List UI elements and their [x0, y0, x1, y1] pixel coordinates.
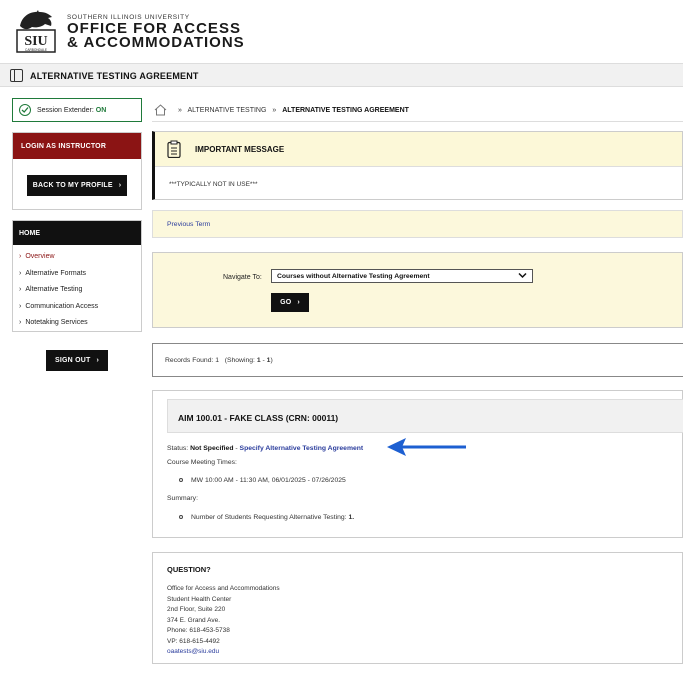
- sidebar-item-alternative-formats[interactable]: › Alternative Formats: [19, 270, 141, 287]
- chevron-down-icon: [518, 272, 527, 281]
- sidebar-nav: HOME › Overview › Alternative Formats › Alt…: [12, 220, 142, 332]
- site-header: SIU CARBONDALE SOUTHERN ILLINOIS UNIVERS…: [0, 0, 683, 62]
- course-status-label: Status:: [167, 445, 189, 452]
- session-extender[interactable]: Session Extender: ON: [12, 98, 142, 122]
- sidebar-toggle-icon[interactable]: [10, 69, 23, 82]
- navigate-to-label: Navigate To:: [223, 274, 262, 281]
- records-found-text: Records Found: 1 (Showing: 1 - 1): [165, 357, 273, 364]
- chevron-right-icon: ›: [19, 286, 22, 293]
- sidebar-item-label: Alternative Formats: [25, 269, 87, 277]
- sidebar-item-label: Communication Access: [25, 302, 99, 310]
- navigate-panel: Navigate To: Courses without Alternative…: [152, 252, 683, 328]
- chevron-right-icon: ›: [19, 269, 22, 277]
- important-message-title: IMPORTANT MESSAGE: [195, 145, 285, 154]
- course-card: AIM 100.01 - FAKE CLASS (CRN: 00011) Sta…: [152, 390, 683, 538]
- course-status: Status: Not Specified - Specify Alternat…: [167, 445, 363, 452]
- back-to-profile-label: BACK TO MY PROFILE: [32, 182, 113, 189]
- siu-saluki-logo[interactable]: SIU CARBONDALE: [14, 8, 58, 54]
- session-extender-label: Session Extender: ON: [37, 107, 106, 114]
- login-as-instructor-panel: LOGIN AS INSTRUCTOR BACK TO MY PROFILE ›: [12, 132, 142, 210]
- important-message-header: IMPORTANT MESSAGE: [155, 132, 682, 167]
- sidebar-nav-header[interactable]: HOME: [13, 221, 141, 245]
- back-to-profile-button[interactable]: BACK TO MY PROFILE ›: [27, 175, 127, 196]
- office-name: OFFICE FOR ACCESS & ACCOMMODATIONS: [67, 21, 245, 51]
- previous-term-link[interactable]: Previous Term: [167, 221, 210, 228]
- go-button[interactable]: GO ›: [271, 293, 309, 312]
- contact-line: VP: 618-615-4492: [167, 637, 220, 645]
- session-extender-state: ON: [95, 107, 107, 114]
- contact-line: 2nd Floor, Suite 220: [167, 606, 226, 613]
- page-title: ALTERNATIVE TESTING AGREEMENT: [30, 71, 199, 81]
- course-summary-label: Summary:: [167, 495, 198, 502]
- navigate-to-select[interactable]: Courses without Alternative Testing Agre…: [271, 269, 533, 283]
- course-title: AIM 100.01 - FAKE CLASS (CRN: 00011): [178, 413, 339, 423]
- records-showing-prefix: (Showing:: [224, 357, 257, 364]
- breadcrumb-item-alternative-testing[interactable]: ALTERNATIVE TESTING: [187, 107, 266, 114]
- course-card-header: AIM 100.01 - FAKE CLASS (CRN: 00011): [167, 399, 683, 433]
- check-circle-icon: [19, 104, 31, 116]
- login-as-instructor-header: LOGIN AS INSTRUCTOR: [13, 133, 141, 159]
- sign-out-button[interactable]: SIGN OUT ›: [46, 350, 108, 371]
- clipboard-icon: [167, 140, 181, 160]
- chevron-right-icon: ›: [118, 182, 122, 189]
- course-meeting-time: MW 10:00 AM - 11:30 AM, 06/01/2025 - 07/…: [179, 477, 346, 484]
- office-name-line2: & ACCOMMODATIONS: [67, 34, 245, 51]
- contact-info: Office for Access and Accommodations Stu…: [167, 584, 280, 658]
- go-label: GO: [280, 299, 292, 306]
- breadcrumb: » ALTERNATIVE TESTING » ALTERNATIVE TEST…: [152, 100, 683, 122]
- sidebar-item-label: Notetaking Services: [25, 319, 88, 326]
- students-requesting-label: Number of Students Requesting Alternativ…: [191, 514, 347, 521]
- contact-line: Office for Access and Accommodations: [167, 585, 280, 592]
- chevron-right-icon: ›: [19, 253, 22, 260]
- specify-agreement-link[interactable]: Specify Alternative Testing Agreement: [240, 445, 364, 452]
- bullet-icon: [179, 515, 183, 520]
- previous-term-panel: Previous Term: [152, 210, 683, 238]
- sidebar-item-label: Overview: [25, 253, 55, 260]
- breadcrumb-separator: »: [272, 107, 277, 114]
- contact-line: Student Health Center: [167, 595, 232, 603]
- sidebar-item-overview[interactable]: › Overview: [19, 253, 141, 270]
- records-showing-suffix: ): [270, 357, 273, 364]
- important-message-panel: IMPORTANT MESSAGE ***TYPICALLY NOT IN US…: [152, 131, 683, 200]
- chevron-right-icon: ›: [19, 302, 22, 310]
- session-extender-text: Session Extender:: [37, 107, 94, 114]
- contact-line: 374 E. Grand Ave.: [167, 616, 220, 624]
- contact-line: Phone: 618-453-5738: [167, 627, 230, 634]
- sidebar-item-communication-access[interactable]: › Communication Access: [19, 303, 141, 320]
- course-meeting-time-text: MW 10:00 AM - 11:30 AM, 06/01/2025 - 07/…: [191, 477, 346, 484]
- question-panel: QUESTION? Office for Access and Accommod…: [152, 552, 683, 664]
- bullet-icon: [179, 478, 183, 483]
- course-status-value: Not Specified: [190, 445, 234, 452]
- breadcrumb-trail: » ALTERNATIVE TESTING » ALTERNATIVE TEST…: [174, 107, 409, 114]
- sidebar-item-alternative-testing[interactable]: › Alternative Testing: [19, 286, 141, 303]
- chevron-right-icon: ›: [297, 299, 300, 306]
- breadcrumb-item-current: ALTERNATIVE TESTING AGREEMENT: [282, 107, 409, 114]
- students-requesting: Number of Students Requesting Alternativ…: [179, 514, 354, 521]
- chevron-right-icon: ›: [96, 357, 99, 364]
- chevron-right-icon: ›: [19, 319, 22, 326]
- navigate-to-selected-value: Courses without Alternative Testing Agre…: [277, 273, 430, 280]
- question-title: QUESTION?: [167, 565, 211, 574]
- annotation-arrow-icon: [387, 438, 466, 456]
- course-meeting-label: Course Meeting Times:: [167, 459, 237, 466]
- breadcrumb-separator: »: [178, 107, 182, 114]
- important-message-body: ***TYPICALLY NOT IN USE***: [155, 167, 682, 199]
- sidebar-item-notetaking-services[interactable]: › Notetaking Services: [19, 319, 141, 336]
- home-icon[interactable]: [154, 104, 167, 118]
- logo-text: SIU: [24, 34, 47, 49]
- students-requesting-count: 1.: [348, 514, 355, 521]
- sign-out-label: SIGN OUT: [55, 357, 91, 364]
- sidebar-item-label: Alternative Testing: [25, 286, 83, 293]
- contact-email-link[interactable]: oaatests@siu.edu: [167, 648, 219, 655]
- records-found-panel: Records Found: 1 (Showing: 1 - 1): [152, 343, 683, 377]
- logo-subtext: CARBONDALE: [25, 48, 47, 52]
- records-found-count: Records Found: 1: [165, 357, 220, 364]
- page-titlebar: ALTERNATIVE TESTING AGREEMENT: [0, 63, 683, 87]
